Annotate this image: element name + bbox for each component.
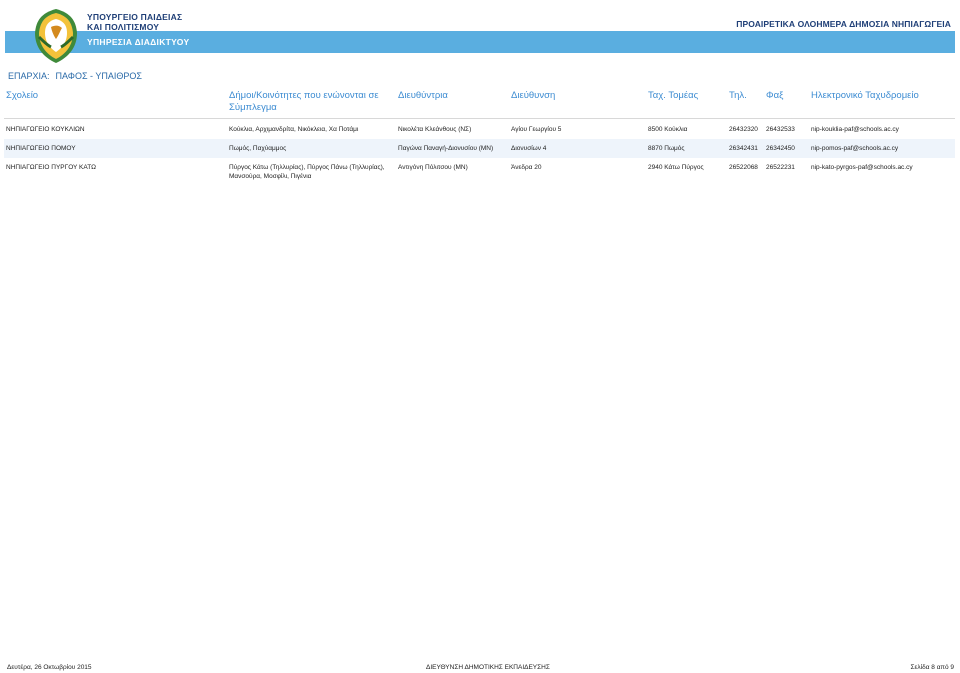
cell-director: Νικολέτα Κλεάνθους (ΝΣ) (398, 126, 472, 133)
header-municipalities: Δήμοι/Κοινότητες που ενώνονται σε Σύμπλε… (227, 88, 396, 119)
cell-school: ΝΗΠΙΑΓΩΓΕΙΟ ΠΥΡΓΟΥ ΚΑΤΩ (6, 164, 96, 171)
cell-postal: 2940 Κάτω Πύργος (648, 164, 704, 171)
program-title: ΠΡΟΑΙΡΕΤΙΚΑ ΟΛΟΗΜΕΡΑ ΔΗΜΟΣΙΑ ΝΗΠΙΑΓΩΓΕΙΑ (736, 19, 951, 29)
province-value: ΠΑΦΟΣ - ΥΠΑΙΘΡΟΣ (55, 71, 142, 81)
cell-fax: 26522231 (766, 164, 795, 171)
cell-postal: 8870 Πωμός (646, 139, 727, 158)
cell-fax: 26432533 (766, 126, 795, 133)
header-school: Σχολείο (4, 88, 227, 119)
footer-department: ΔΙΕΥΘΥΝΣΗ ΔΗΜΟΤΙΚΗΣ ΕΚΠΑΙΔΕΥΣΗΣ (426, 664, 550, 671)
service-name: ΥΠΗΡΕΣΙΑ ΔΙΑΔΙΚΤΥΟΥ (87, 37, 190, 47)
province-filter: ΕΠΑΡΧΙΑ: ΠΑΦΟΣ - ΥΠΑΙΘΡΟΣ (8, 71, 148, 81)
header-fax: Φαξ (764, 88, 809, 119)
cell-phone: 26432320 (729, 126, 758, 133)
table-row: ΝΗΠΙΑΓΩΓΕΙΟ ΠΟΜΟΥ Πωμός, Παχύαμμος Παγών… (4, 139, 955, 158)
header-email: Ηλεκτρονικό Ταχυδρομείο (809, 88, 955, 119)
footer-page-number: Σελίδα 8 από 9 (910, 664, 955, 671)
header-director: Διευθύντρια (396, 88, 509, 119)
table-header-row: Σχολείο Δήμοι/Κοινότητες που ενώνονται σ… (4, 88, 955, 119)
header-address: Διεύθυνση (509, 88, 646, 119)
cell-school: ΝΗΠΙΑΓΩΓΕΙΟ ΚΟΥΚΛΙΩΝ (6, 126, 85, 133)
cell-director: Παγώνα Παναγή-Διονυσίου (ΜΝ) (396, 139, 509, 158)
table-row: ΝΗΠΙΑΓΩΓΕΙΟ ΚΟΥΚΛΙΩΝ Κούκλια, Αρχιμανδρί… (4, 119, 955, 140)
cell-email[interactable]: nip-pomos-paf@schools.ac.cy (809, 139, 955, 158)
cell-email[interactable]: nip-kouklia-paf@schools.ac.cy (809, 119, 955, 140)
cell-director: Αντιγόνη Πόλιτσου (ΜΝ) (398, 164, 468, 171)
cell-phone: 26342431 (727, 139, 764, 158)
cyprus-emblem-icon (35, 9, 77, 63)
cell-address: Διονυσίων 4 (509, 139, 646, 158)
cell-address: Άνεδρα 20 (511, 164, 542, 171)
cell-school: ΝΗΠΙΑΓΩΓΕΙΟ ΠΟΜΟΥ (4, 139, 227, 158)
schools-table: Σχολείο Δήμοι/Κοινότητες που ενώνονται σ… (4, 88, 955, 186)
footer-date: Δευτέρα, 26 Οκτωβρίου 2015 (7, 664, 92, 671)
cell-address: Αγίου Γεωργίου 5 (511, 126, 562, 133)
page-header: ΥΠΟΥΡΓΕΙΟ ΠΑΙΔΕΙΑΣ ΚΑΙ ΠΟΛΙΤΙΣΜΟΥ ΥΠΗΡΕΣ… (5, 6, 955, 63)
table-row: ΝΗΠΙΑΓΩΓΕΙΟ ΠΥΡΓΟΥ ΚΑΤΩ Πύργος Κάτω (Τηλ… (4, 158, 955, 186)
header-phone: Τηλ. (727, 88, 764, 119)
province-label: ΕΠΑΡΧΙΑ: (8, 71, 50, 81)
ministry-name: ΥΠΟΥΡΓΕΙΟ ΠΑΙΔΕΙΑΣ ΚΑΙ ΠΟΛΙΤΙΣΜΟΥ (87, 12, 183, 32)
cell-phone: 26522068 (729, 164, 758, 171)
cell-email[interactable]: nip-kato-pyrgos-paf@schools.ac.cy (809, 158, 955, 186)
cell-municipalities: Πύργος Κάτω (Τηλλυρίας), Πύργος Πάνω (Τη… (229, 164, 385, 180)
cell-municipalities: Πωμός, Παχύαμμος (227, 139, 396, 158)
cell-fax: 26342450 (764, 139, 809, 158)
cell-municipalities: Κούκλια, Αρχιμανδρίτα, Νικόκλεια, Χα Ποτ… (229, 126, 359, 133)
cell-postal: 8500 Κούκλια (648, 126, 688, 133)
header-postal: Ταχ. Τομέας (646, 88, 727, 119)
